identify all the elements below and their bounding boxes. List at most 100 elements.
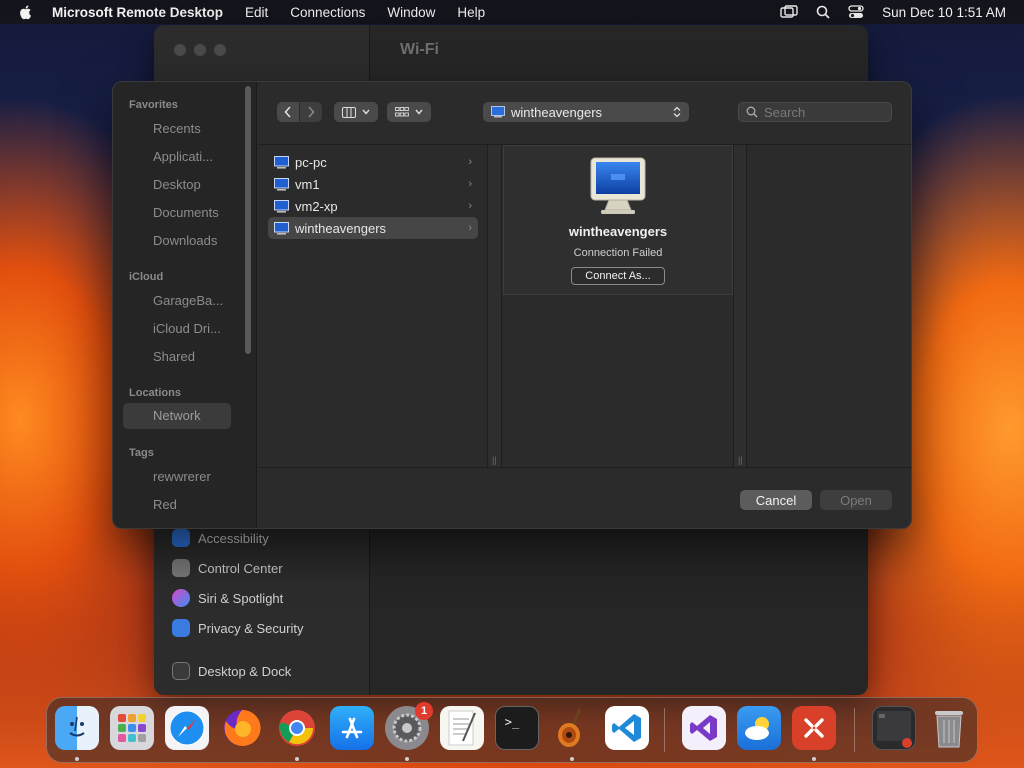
- grip-icon: ||: [738, 455, 743, 465]
- sidebar-item-shared[interactable]: Shared: [153, 349, 253, 364]
- sidebar-item-applications[interactable]: Applicati...: [153, 149, 253, 164]
- cancel-button[interactable]: Cancel: [740, 490, 812, 510]
- zoom-window-button[interactable]: [214, 44, 226, 56]
- icloud-header: iCloud: [129, 271, 164, 283]
- chevron-left-icon: [284, 106, 291, 118]
- edit-menu[interactable]: Edit: [245, 5, 268, 20]
- grip-icon: ||: [492, 455, 497, 465]
- chevron-right-icon: ›: [468, 200, 472, 212]
- hand-icon: [172, 619, 190, 637]
- chevron-right-icon: ›: [468, 156, 472, 168]
- vscode-icon[interactable]: [605, 706, 649, 750]
- sidebar-item-icloud-drive[interactable]: iCloud Dri...: [153, 321, 253, 336]
- settings-item-siri-spotlight[interactable]: Siri & Spotlight: [172, 589, 283, 607]
- display-monitor-icon: [590, 157, 646, 214]
- forward-button[interactable]: [300, 102, 322, 122]
- settings-item-desktop-dock[interactable]: Desktop & Dock: [172, 662, 291, 680]
- sidebar-item-desktop[interactable]: Desktop: [153, 177, 253, 192]
- app-name-menu[interactable]: Microsoft Remote Desktop: [52, 5, 223, 20]
- view-columns-button[interactable]: [334, 102, 378, 122]
- remote-desktop-icon[interactable]: [792, 706, 836, 750]
- settings-item-label: Privacy & Security: [198, 620, 304, 636]
- list-item-label: vm2-xp: [295, 198, 338, 214]
- recent-window-icon[interactable]: [872, 706, 916, 750]
- minimize-window-button[interactable]: [194, 44, 206, 56]
- launchpad-icon[interactable]: [110, 706, 154, 750]
- location-popup[interactable]: wintheavengers: [483, 102, 689, 122]
- list-item-label: pc-pc: [295, 154, 327, 170]
- grid-view-icon: [395, 106, 409, 116]
- visual-studio-icon[interactable]: [682, 706, 726, 750]
- siri-icon: [172, 589, 190, 607]
- computer-icon: [274, 177, 289, 191]
- sidebar-item-tag-red[interactable]: Red: [153, 497, 253, 512]
- close-window-button[interactable]: [174, 44, 186, 56]
- garageband-icon[interactable]: [550, 706, 594, 750]
- preview-column: wintheavengers Connection Failed Connect…: [503, 145, 733, 467]
- settings-item-privacy-security[interactable]: Privacy & Security: [172, 619, 303, 637]
- locations-header: Locations: [129, 387, 181, 399]
- chrome-icon[interactable]: [275, 706, 319, 750]
- running-indicator: [570, 757, 574, 761]
- finder-icon[interactable]: [55, 706, 99, 750]
- notification-badge: 1: [415, 702, 433, 720]
- column-resize-handle[interactable]: ||: [488, 145, 502, 467]
- terminal-prompt-icon: >_: [504, 715, 520, 729]
- chevron-down-icon: [415, 109, 423, 115]
- search-field[interactable]: [738, 102, 892, 122]
- settings-item-accessibility[interactable]: Accessibility: [172, 529, 269, 547]
- columns-view-icon: [342, 106, 356, 118]
- connections-menu[interactable]: Connections: [290, 5, 365, 20]
- computer-icon: [274, 221, 289, 235]
- accessibility-icon: [172, 529, 190, 547]
- column-resize-handle[interactable]: ||: [733, 145, 747, 467]
- screen-mirroring-icon[interactable]: [780, 5, 798, 19]
- trash-icon[interactable]: [927, 706, 971, 750]
- window-menu[interactable]: Window: [387, 5, 435, 20]
- app-store-icon[interactable]: [330, 706, 374, 750]
- weather-icon[interactable]: [737, 706, 781, 750]
- firefox-icon[interactable]: [220, 706, 264, 750]
- settings-item-label: Accessibility: [198, 530, 269, 546]
- group-by-button[interactable]: [387, 102, 431, 122]
- server-preview-card: wintheavengers Connection Failed Connect…: [503, 145, 733, 295]
- menubar-clock[interactable]: Sun Dec 10 1:51 AM: [882, 5, 1006, 20]
- textedit-icon[interactable]: [440, 706, 484, 750]
- list-item-pc-pc[interactable]: pc-pc ›: [268, 151, 478, 173]
- search-input[interactable]: [764, 104, 884, 120]
- sidebar-item-downloads[interactable]: Downloads: [153, 233, 253, 248]
- sidebar-item-tag-rewwrerer[interactable]: rewwrerer: [153, 469, 253, 484]
- settings-item-label: Siri & Spotlight: [198, 590, 284, 606]
- help-menu[interactable]: Help: [457, 5, 485, 20]
- list-item-vm1[interactable]: vm1 ›: [268, 173, 478, 195]
- control-center-icon[interactable]: [848, 5, 864, 19]
- sidebar-item-garageband[interactable]: GarageBa...: [153, 293, 253, 308]
- sidebar-item-documents[interactable]: Documents: [153, 205, 253, 220]
- up-down-chevron-icon: [673, 106, 681, 118]
- spotlight-search-icon[interactable]: [816, 5, 830, 19]
- settings-item-control-center[interactable]: Control Center: [172, 559, 283, 577]
- safari-icon[interactable]: [165, 706, 209, 750]
- list-item-wintheavengers[interactable]: wintheavengers ›: [268, 217, 478, 239]
- server-name: wintheavengers: [568, 224, 668, 239]
- connection-status: Connection Failed: [573, 247, 663, 259]
- terminal-icon[interactable]: >_: [495, 706, 539, 750]
- computer-icon: [274, 155, 289, 169]
- open-file-dialog: Favorites Recents Applicati... Desktop D…: [112, 81, 912, 529]
- sidebar-scrollbar[interactable]: [245, 86, 251, 354]
- apple-menu-icon[interactable]: [18, 4, 34, 20]
- settings-item-label: Desktop & Dock: [198, 663, 292, 679]
- sidebar-item-recents[interactable]: Recents: [153, 121, 253, 136]
- dock-separator: [664, 708, 665, 752]
- back-button[interactable]: [277, 102, 299, 122]
- dock-separator: [854, 708, 855, 752]
- network-computers-column: pc-pc › vm1 › vm2-xp › wintheavengers ›: [258, 145, 488, 467]
- running-indicator: [812, 757, 816, 761]
- dialog-sidebar: Favorites Recents Applicati... Desktop D…: [113, 82, 257, 528]
- sidebar-item-network[interactable]: Network: [123, 403, 231, 429]
- tags-header: Tags: [129, 447, 154, 459]
- list-item-vm2-xp[interactable]: vm2-xp ›: [268, 195, 478, 217]
- running-indicator: [295, 757, 299, 761]
- connect-as-button[interactable]: Connect As...: [571, 267, 665, 285]
- open-button[interactable]: Open: [820, 490, 892, 510]
